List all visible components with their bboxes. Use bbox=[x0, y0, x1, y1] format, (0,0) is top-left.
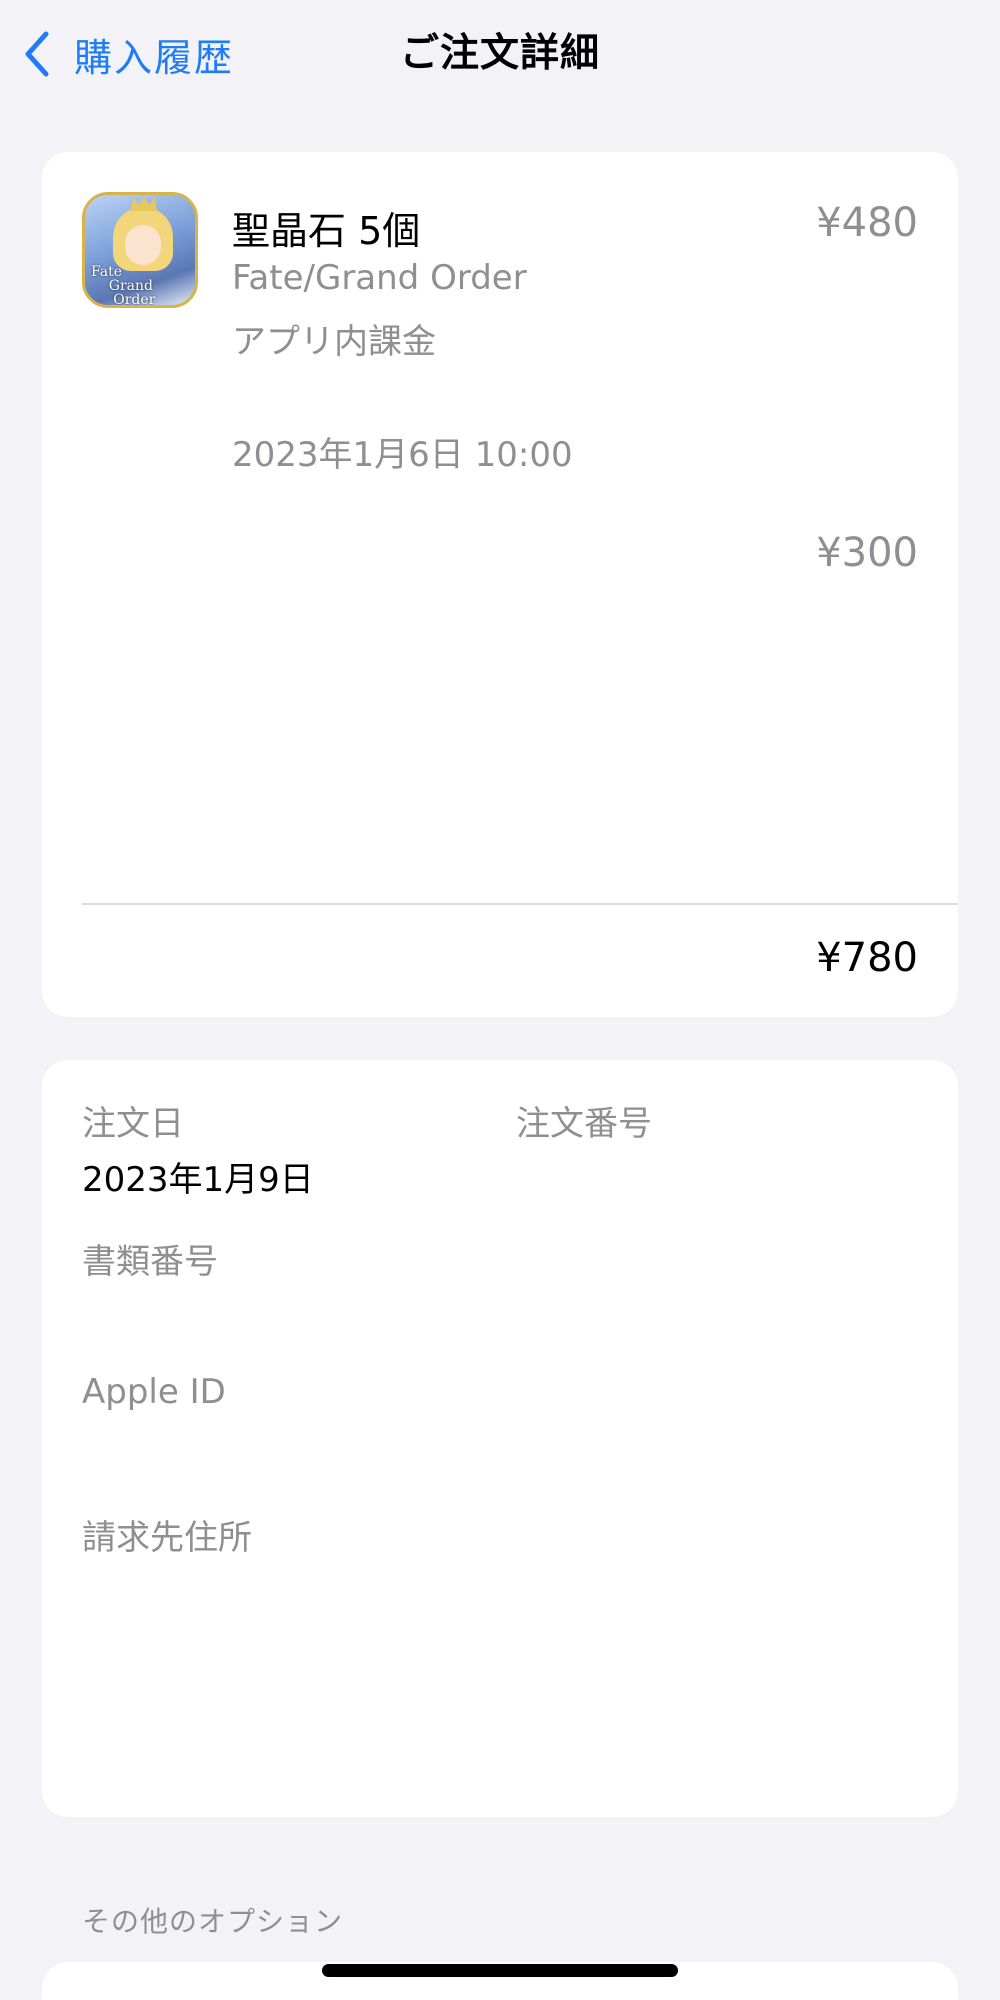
item-title[interactable]: 聖晶石 5個 bbox=[232, 200, 420, 255]
navigation-bar: 購入履歴 ご注文詳細 bbox=[0, 0, 1000, 110]
document-number-label: 書類番号 bbox=[82, 1242, 218, 1282]
order-total: ¥780 bbox=[816, 935, 918, 981]
divider bbox=[82, 903, 958, 905]
page-title: ご注文詳細 bbox=[399, 31, 600, 76]
item-app-name: Fate/Grand Order bbox=[232, 258, 527, 298]
order-number-label: 注文番号 bbox=[516, 1104, 652, 1144]
item-price: ¥480 bbox=[816, 200, 918, 246]
icon-crown bbox=[131, 197, 157, 211]
other-options-header: その他のオプション bbox=[82, 1905, 344, 1938]
home-indicator[interactable] bbox=[322, 1964, 678, 1977]
order-info-card: 注文日 2023年1月9日 注文番号 書類番号 Apple ID 請求先住所 bbox=[42, 1060, 958, 1817]
item-type: アプリ内課金 bbox=[232, 322, 436, 362]
fate-grand-order-app-icon[interactable]: Fate Grand Order bbox=[82, 192, 198, 308]
item-date: 2023年1月6日 10:00 bbox=[232, 435, 573, 475]
purchase-items-card: Fate Grand Order 聖晶石 5個 Fate/Grand Order… bbox=[42, 152, 958, 1017]
icon-logo: Fate Grand Order bbox=[91, 264, 156, 308]
order-date-value: 2023年1月9日 bbox=[82, 1160, 314, 1200]
second-item-price: ¥300 bbox=[816, 530, 918, 576]
order-date-label: 注文日 bbox=[82, 1104, 184, 1144]
order-details-screen: 購入履歴 ご注文詳細 Fate Grand Order 聖晶石 5個 Fate/… bbox=[0, 0, 1000, 2000]
icon-character-face bbox=[125, 225, 161, 265]
billing-address-label: 請求先住所 bbox=[82, 1518, 252, 1558]
apple-id-label: Apple ID bbox=[82, 1372, 226, 1412]
